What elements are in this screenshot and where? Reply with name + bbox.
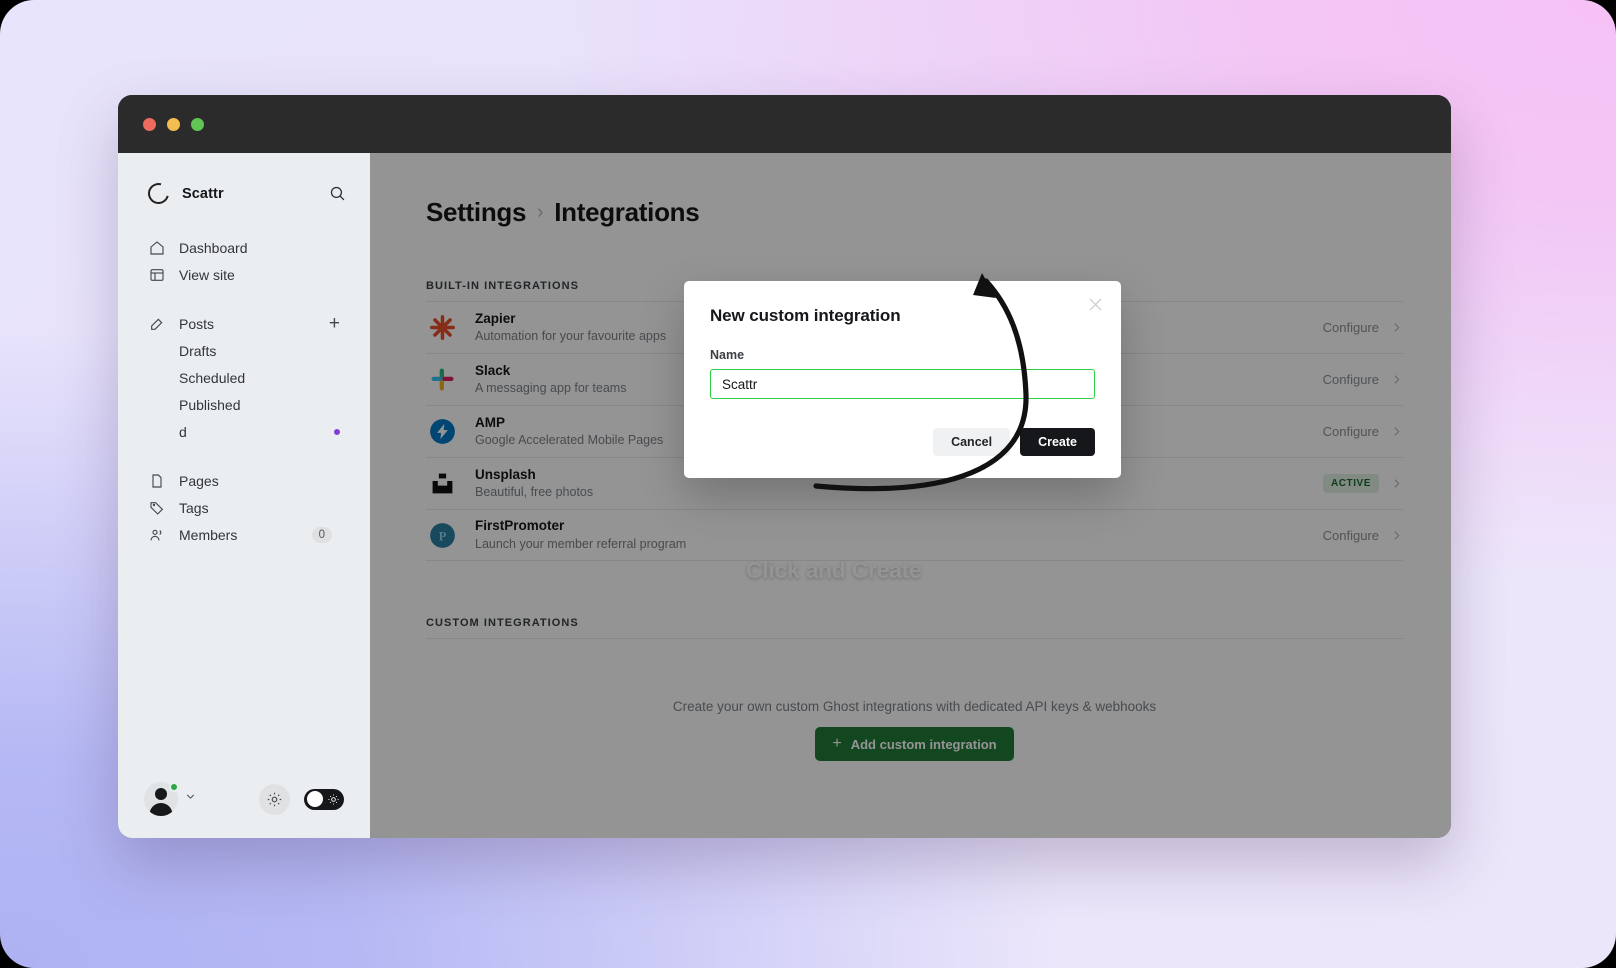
plus-icon[interactable]: + — [329, 314, 340, 333]
gear-icon[interactable] — [259, 783, 290, 815]
sidebar-nav: Dashboard View site Posts + Drafts Sched… — [118, 234, 370, 548]
sidebar-item-label: Members — [179, 526, 238, 543]
sidebar-item-label: Published — [179, 396, 241, 413]
sidebar-item-label: Scheduled — [179, 369, 246, 386]
presence-indicator — [169, 782, 179, 792]
modal-title: New custom integration — [710, 306, 901, 325]
sidebar-item-tags[interactable]: Tags — [136, 494, 352, 521]
sun-icon — [328, 793, 339, 805]
nav-group-secondary: Pages Tags Members 0 — [118, 467, 370, 548]
sidebar: Scattr Dashboard View site Posts + Draft… — [118, 153, 370, 838]
members-icon — [148, 527, 165, 543]
sidebar-footer — [118, 782, 370, 816]
sidebar-item-posts[interactable]: Posts + — [136, 310, 352, 337]
nav-group-primary: Dashboard View site — [118, 234, 370, 288]
app-window: Scattr Dashboard View site Posts + Draft… — [118, 95, 1451, 838]
cancel-button[interactable]: Cancel — [933, 428, 1011, 456]
nav-group-posts: Posts + Drafts Scheduled Published d — [118, 310, 370, 445]
browser-icon — [148, 267, 165, 283]
sidebar-item-label: d — [179, 423, 187, 440]
sidebar-item-label: View site — [179, 266, 235, 283]
name-field-label: Name — [710, 348, 745, 362]
sidebar-item-dashboard[interactable]: Dashboard — [136, 234, 352, 261]
sidebar-item-label: Tags — [179, 499, 209, 516]
sidebar-item-scheduled[interactable]: Scheduled — [136, 364, 352, 391]
sidebar-item-pages[interactable]: Pages — [136, 467, 352, 494]
home-icon — [148, 240, 165, 256]
sidebar-item-label: Dashboard — [179, 239, 248, 256]
modal-actions: Cancel Create — [933, 428, 1095, 456]
ghost-circle-icon — [144, 179, 173, 208]
sidebar-footer-actions — [259, 783, 344, 815]
sidebar-item-label: Posts — [179, 315, 215, 332]
create-button[interactable]: Create — [1020, 428, 1095, 456]
sidebar-item-label: Drafts — [179, 342, 217, 359]
sidebar-item-view-site[interactable]: View site — [136, 261, 352, 288]
window-close-button[interactable] — [143, 117, 156, 131]
close-icon[interactable] — [1086, 295, 1105, 314]
theme-toggle[interactable] — [304, 788, 344, 810]
unsaved-dot-icon — [334, 428, 340, 435]
new-custom-integration-modal: New custom integration Name Cancel Creat… — [684, 281, 1121, 478]
sidebar-item-d[interactable]: d — [136, 418, 352, 445]
main-content: Settings › Integrations Built-in integra… — [370, 153, 1451, 838]
sidebar-item-published[interactable]: Published — [136, 391, 352, 418]
tag-icon — [148, 500, 165, 516]
chevron-down-icon[interactable] — [184, 790, 197, 808]
search-icon[interactable] — [329, 185, 346, 202]
window-zoom-button[interactable] — [191, 117, 204, 131]
brand[interactable]: Scattr — [144, 179, 329, 208]
sidebar-item-members[interactable]: Members 0 — [136, 521, 352, 548]
app-body: Scattr Dashboard View site Posts + Draft… — [118, 153, 1451, 838]
members-count: 0 — [311, 526, 332, 543]
name-input[interactable] — [710, 369, 1095, 399]
page-icon — [148, 473, 165, 489]
avatar[interactable] — [144, 782, 179, 816]
window-titlebar — [118, 95, 1451, 153]
sidebar-header: Scattr — [118, 153, 370, 208]
toggle-knob — [307, 791, 323, 807]
sidebar-item-drafts[interactable]: Drafts — [136, 337, 352, 364]
sidebar-item-label: Pages — [179, 472, 219, 489]
window-minimize-button[interactable] — [167, 117, 180, 131]
brand-name: Scattr — [182, 185, 224, 202]
modal-scrim[interactable] — [370, 153, 1451, 838]
pencil-square-icon — [148, 316, 165, 332]
